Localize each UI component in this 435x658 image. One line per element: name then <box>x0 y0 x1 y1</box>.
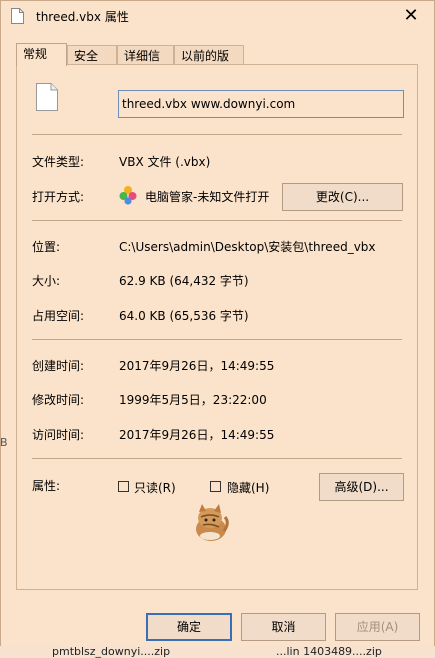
title-bar[interactable]: threed.vbx 属性 ✕ <box>1 1 434 31</box>
divider <box>32 220 402 221</box>
hidden-label[interactable]: 隐藏(H) <box>227 479 269 496</box>
disk-size-value: 64.0 KB (65,536 字节) <box>119 309 249 323</box>
file-type-value: VBX 文件 (.vbx) <box>119 155 211 169</box>
created-label: 创建时间: <box>32 359 85 373</box>
attributes-label: 属性: <box>32 479 61 493</box>
size-label: 大小: <box>32 274 61 288</box>
location-label: 位置: <box>32 240 61 254</box>
cancel-button[interactable]: 取消 <box>241 613 326 641</box>
pc-manager-icon <box>119 186 137 205</box>
created-value: 2017年9月26日，14:49:55 <box>119 359 275 373</box>
file-icon <box>11 8 24 24</box>
readonly-checkbox[interactable] <box>118 481 129 492</box>
accessed-value: 2017年9月26日，14:49:55 <box>119 428 275 442</box>
accessed-label: 访问时间: <box>32 428 85 442</box>
background-fragment: B <box>0 436 8 449</box>
readonly-label[interactable]: 只读(R) <box>134 479 176 496</box>
properties-window: threed.vbx 属性 ✕ 常规 安全 详细信息 以前的版本 文件类型: V… <box>0 0 435 648</box>
filename-input[interactable] <box>118 90 404 118</box>
tab-label: 常规 <box>23 47 48 61</box>
modified-value: 1999年5月5日，23:22:00 <box>119 393 267 407</box>
window-title: threed.vbx 属性 <box>36 10 129 24</box>
apply-button[interactable]: 应用(A) <box>335 613 420 641</box>
ok-button[interactable]: 确定 <box>146 613 232 641</box>
hidden-checkbox[interactable] <box>210 481 221 492</box>
disk-size-label: 占用空间: <box>32 309 85 323</box>
file-icon <box>36 83 58 111</box>
cat-icon <box>196 504 229 541</box>
open-with-label: 打开方式: <box>32 190 85 204</box>
change-button[interactable]: 更改(C)... <box>282 183 403 211</box>
background-file-left[interactable]: pmtblsz_downyi....zip <box>52 646 170 658</box>
close-button[interactable]: ✕ <box>400 5 422 27</box>
tab-general[interactable]: 常规 <box>16 43 67 66</box>
tab-details[interactable]: 详细信息 <box>117 45 174 83</box>
close-icon: ✕ <box>403 5 419 26</box>
divider <box>32 134 402 135</box>
background-file-right[interactable]: ...lin 1403489....zip <box>276 646 382 658</box>
modified-label: 修改时间: <box>32 393 85 407</box>
tab-label: 安全 <box>74 49 99 63</box>
divider <box>32 339 402 340</box>
size-value: 62.9 KB (64,432 字节) <box>119 274 249 288</box>
background-file-strip: pmtblsz_downyi....zip ...lin 1403489....… <box>0 646 435 658</box>
divider <box>32 458 402 459</box>
advanced-button[interactable]: 高级(D)... <box>319 473 404 501</box>
file-type-label: 文件类型: <box>32 155 85 169</box>
location-value: C:\Users\admin\Desktop\安装包\threed_vbx <box>119 240 376 254</box>
tab-previous-versions[interactable]: 以前的版本 <box>174 45 244 83</box>
tab-security[interactable]: 安全 <box>67 45 117 65</box>
open-with-value: 电脑管家-未知文件打开 <box>145 190 270 204</box>
